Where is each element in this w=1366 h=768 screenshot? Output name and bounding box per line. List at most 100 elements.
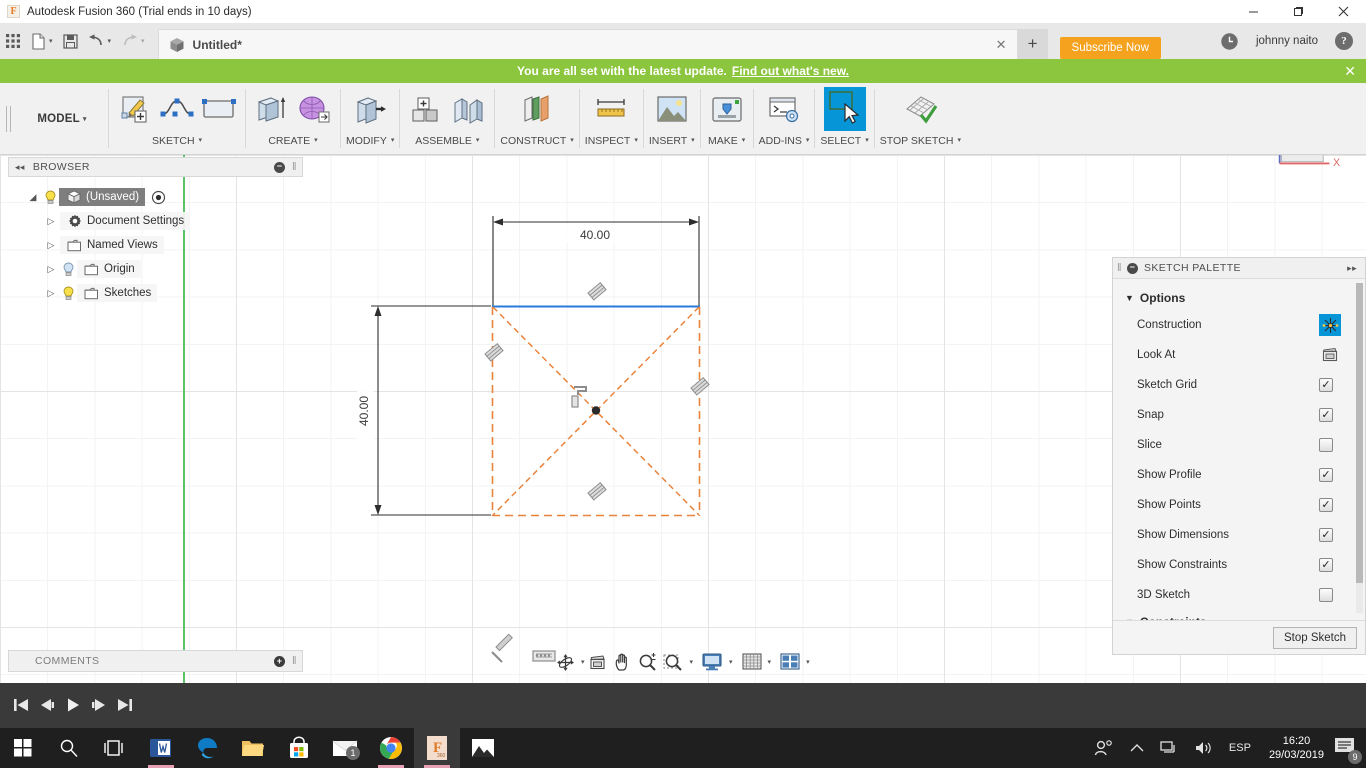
ribbon-panel-modify-label[interactable]: MODIFY ▾ [346,131,394,151]
ribbon-panel-make-label[interactable]: MAKE ▾ [708,131,745,151]
twisty-icon[interactable]: ▷ [42,240,60,251]
dimension-vertical[interactable]: 40.00 [357,305,491,516]
taskbar-edge-button[interactable] [184,728,230,768]
document-tab-untitled[interactable]: Untitled* ✕ [157,29,1018,59]
browser-collapse-icon[interactable]: ◂◂ [15,162,25,173]
zoom-button[interactable] [635,649,660,675]
display-settings-button[interactable] [699,649,726,675]
palette-expand-icon[interactable]: ▸▸ [1347,263,1357,274]
timeline-step-back-button[interactable] [34,691,60,719]
three-d-print-button[interactable] [706,87,748,131]
constraint-glyph-equal[interactable] [532,650,556,662]
ribbon-panel-assemble-label[interactable]: ASSEMBLE ▾ [415,131,479,151]
constraint-glyph-left[interactable] [484,343,504,362]
spline-button[interactable] [156,87,198,131]
undo-caret[interactable]: ▾ [108,37,112,45]
snap-checkbox[interactable]: ✓ [1319,408,1333,422]
grid-snaps-button[interactable] [739,649,765,675]
viewports-caret-icon[interactable]: ▾ [806,658,810,666]
redo-caret[interactable]: ▾ [141,37,145,45]
save-button[interactable] [58,26,83,56]
new-component-button[interactable] [405,87,447,131]
show-points-checkbox[interactable]: ✓ [1319,498,1333,512]
browser-node-named-views[interactable]: Named Views [60,236,164,254]
palette-scrollbar[interactable] [1356,283,1363,613]
scripts-addins-button[interactable] [763,87,805,131]
ribbon-panel-addins-label[interactable]: ADD-INS ▾ [759,131,810,151]
taskbar-microsoft-store-button[interactable] [276,728,322,768]
timeline-play-button[interactable] [60,691,86,719]
constraint-glyph-bottom[interactable] [587,482,607,501]
display-settings-caret-icon[interactable]: ▾ [729,658,733,666]
taskbar-word-button[interactable] [138,728,184,768]
browser-minimize-icon[interactable]: − [274,161,286,173]
show-constraints-checkbox[interactable]: ✓ [1319,558,1333,572]
taskbar-chrome-button[interactable] [368,728,414,768]
twisty-icon[interactable]: ▷ [42,216,60,227]
ribbon-grip[interactable] [0,83,16,154]
browser-node-unsaved[interactable]: (Unsaved) [59,188,146,206]
twisty-icon[interactable]: ▷ [42,264,60,275]
timeline-go-to-beginning-button[interactable] [8,691,34,719]
stop-sketch-button[interactable] [899,87,941,131]
palette-grip-icon[interactable]: ‖ [1117,262,1122,274]
taskbar-file-explorer-button[interactable] [230,728,276,768]
minimize-button[interactable] [1231,0,1276,23]
ribbon-panel-inspect-label[interactable]: INSPECT ▾ [585,131,638,151]
taskbar-mail-button[interactable]: 1 [322,728,368,768]
show-dimensions-checkbox[interactable]: ✓ [1319,528,1333,542]
rectangle-button[interactable] [198,87,240,131]
palette-section-constraints[interactable]: ▼ Constraints [1113,610,1365,620]
offset-plane-button[interactable] [516,87,558,131]
browser-node-sketches[interactable]: Sketches [77,284,158,302]
constraint-glyph-perpendicular[interactable] [571,386,587,408]
taskbar-task-view-button[interactable] [92,728,138,768]
create-form-button[interactable] [293,87,335,131]
twisty-icon[interactable]: ◢ [24,192,42,203]
measure-button[interactable] [590,87,632,131]
extrude-button[interactable] [251,87,293,131]
look-at-nav-button[interactable] [585,649,610,675]
show-profile-checkbox[interactable]: ✓ [1319,468,1333,482]
palette-row-show-constraints[interactable]: Show Constraints ✓ [1113,550,1365,580]
taskbar-clock[interactable]: 16:20 29/03/2019 [1259,734,1334,762]
zoom-window-button[interactable] [660,649,687,675]
workspace-selector[interactable]: MODEL ▾ [16,83,108,154]
timeline-go-to-end-button[interactable] [112,691,138,719]
tray-people-button[interactable] [1086,728,1122,768]
palette-row-look-at[interactable]: Look At [1113,340,1365,370]
document-tab-close-icon[interactable]: ✕ [996,37,1007,53]
tray-expand-button[interactable] [1122,728,1152,768]
ribbon-panel-stop-sketch-label[interactable]: STOP SKETCH ▾ [880,131,961,151]
light-bulb-icon[interactable] [42,190,59,205]
palette-row-show-profile[interactable]: Show Profile ✓ [1113,460,1365,490]
palette-minimize-icon[interactable]: − [1126,262,1138,274]
browser-node-origin[interactable]: Origin [77,260,141,278]
help-button[interactable]: ? [1330,26,1358,56]
ribbon-panel-construct-label[interactable]: CONSTRUCT ▾ [500,131,573,151]
timeline-step-forward-button[interactable] [86,691,112,719]
palette-section-options[interactable]: ▼ Options [1113,286,1365,310]
taskbar-search-button[interactable] [46,728,92,768]
ribbon-panel-insert-label[interactable]: INSERT ▾ [649,131,695,151]
user-name[interactable]: johnny naito [1256,35,1318,47]
construction-toggle-button[interactable] [1319,314,1341,336]
pan-button[interactable] [610,649,635,675]
grid-snaps-caret-icon[interactable]: ▾ [768,658,772,666]
tray-volume-button[interactable] [1186,728,1221,768]
redo-button[interactable]: ▾ [116,26,150,56]
browser-node-document-settings[interactable]: Document Settings [60,212,191,230]
palette-row-sketch-grid[interactable]: Sketch Grid ✓ [1113,370,1365,400]
browser-row-named-views[interactable]: ▷ Named Views [8,233,303,257]
ribbon-panel-sketch-label[interactable]: SKETCH ▾ [152,131,202,151]
look-at-button[interactable] [1319,344,1341,366]
job-status-button[interactable] [1215,26,1244,56]
insert-mcmaster-button[interactable] [651,87,693,131]
joint-button[interactable] [447,87,489,131]
comments-add-icon[interactable]: + [274,655,286,667]
twisty-icon[interactable]: ▷ [42,288,60,299]
constraint-glyph-top[interactable] [587,282,607,301]
palette-row-3d-sketch[interactable]: 3D Sketch [1113,580,1365,610]
palette-row-snap[interactable]: Snap ✓ [1113,400,1365,430]
close-button[interactable] [1321,0,1366,23]
